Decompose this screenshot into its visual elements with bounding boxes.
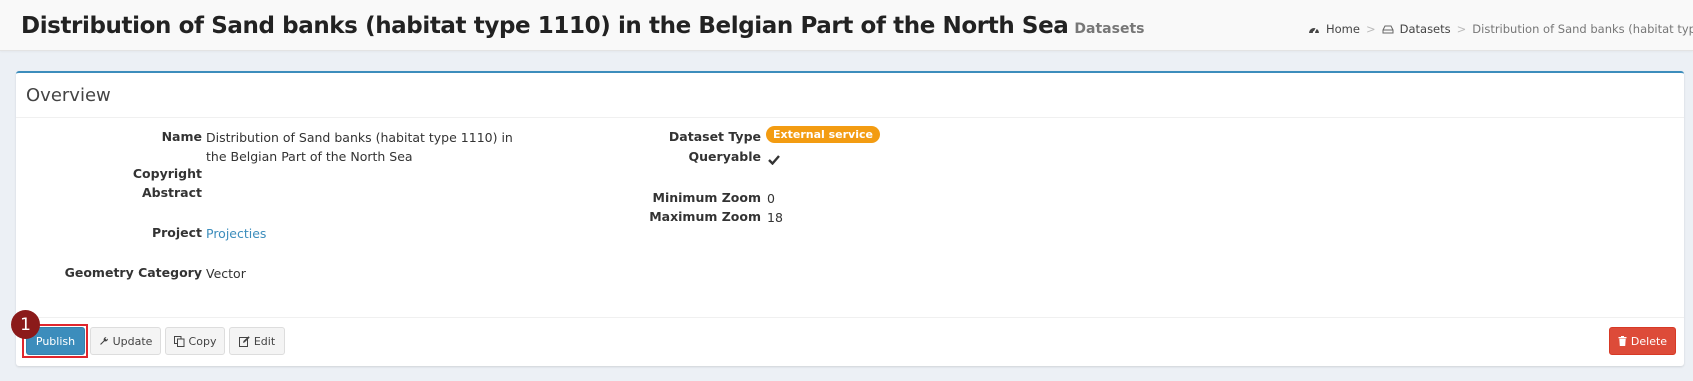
geometry-category-value: Vector xyxy=(206,266,246,281)
maximum-zoom-label: Maximum Zoom xyxy=(649,209,761,224)
maximum-zoom-value: 18 xyxy=(767,210,783,225)
trash-icon xyxy=(1618,336,1627,346)
page-title-text: Distribution of Sand banks (habitat type… xyxy=(21,13,1069,39)
dashboard-icon xyxy=(1309,27,1319,34)
overview-panel: Overview Name Distribution of Sand banks… xyxy=(16,71,1684,366)
name-label: Name xyxy=(161,129,202,144)
update-button-label: Update xyxy=(112,334,153,348)
abstract-label: Abstract xyxy=(141,185,202,200)
breadcrumb-separator: > xyxy=(1365,22,1376,36)
wrench-icon xyxy=(99,336,108,345)
geometry-category-label: Geometry Category xyxy=(64,265,202,280)
breadcrumb-current: Distribution of Sand banks (habitat type… xyxy=(1472,22,1693,36)
copy-button-label: Copy xyxy=(188,334,217,348)
delete-button[interactable]: Delete xyxy=(1609,327,1676,355)
breadcrumb-datasets-label: Datasets xyxy=(1399,22,1451,36)
edit-icon xyxy=(238,335,250,347)
step-marker: 1 xyxy=(11,310,40,339)
copyright-label: Copyright xyxy=(132,166,202,181)
divider xyxy=(16,117,1684,118)
edit-button[interactable]: Edit xyxy=(229,327,285,355)
edit-button-label: Edit xyxy=(253,334,276,348)
project-label: Project xyxy=(151,225,202,240)
copy-button[interactable]: Copy xyxy=(165,327,225,355)
breadcrumb-home[interactable]: Home xyxy=(1308,22,1360,36)
breadcrumb: Home > Datasets > Distribution of Sand b… xyxy=(1308,22,1693,36)
copy-icon xyxy=(173,335,185,347)
name-value: Distribution of Sand banks (habitat type… xyxy=(206,130,513,164)
update-button[interactable]: Update xyxy=(90,327,161,355)
dataset-type-label: Dataset Type xyxy=(668,129,761,144)
page-title: Distribution of Sand banks (habitat type… xyxy=(21,13,1144,39)
project-link[interactable]: Projecties xyxy=(206,224,266,243)
hdd-icon xyxy=(1382,25,1394,34)
breadcrumb-separator: > xyxy=(1456,22,1467,36)
breadcrumb-datasets[interactable]: Datasets xyxy=(1382,22,1451,36)
check-icon xyxy=(768,150,780,169)
dataset-type-badge: External service xyxy=(766,126,880,143)
page-subtitle: Datasets xyxy=(1074,21,1145,37)
breadcrumb-home-label: Home xyxy=(1326,22,1360,36)
overview-title: Overview xyxy=(26,85,111,106)
minimum-zoom-value: 0 xyxy=(767,191,775,206)
minimum-zoom-label: Minimum Zoom xyxy=(652,190,761,205)
content-header: Distribution of Sand banks (habitat type… xyxy=(0,0,1693,51)
delete-button-label: Delete xyxy=(1630,334,1668,348)
queryable-label: Queryable xyxy=(688,149,761,164)
